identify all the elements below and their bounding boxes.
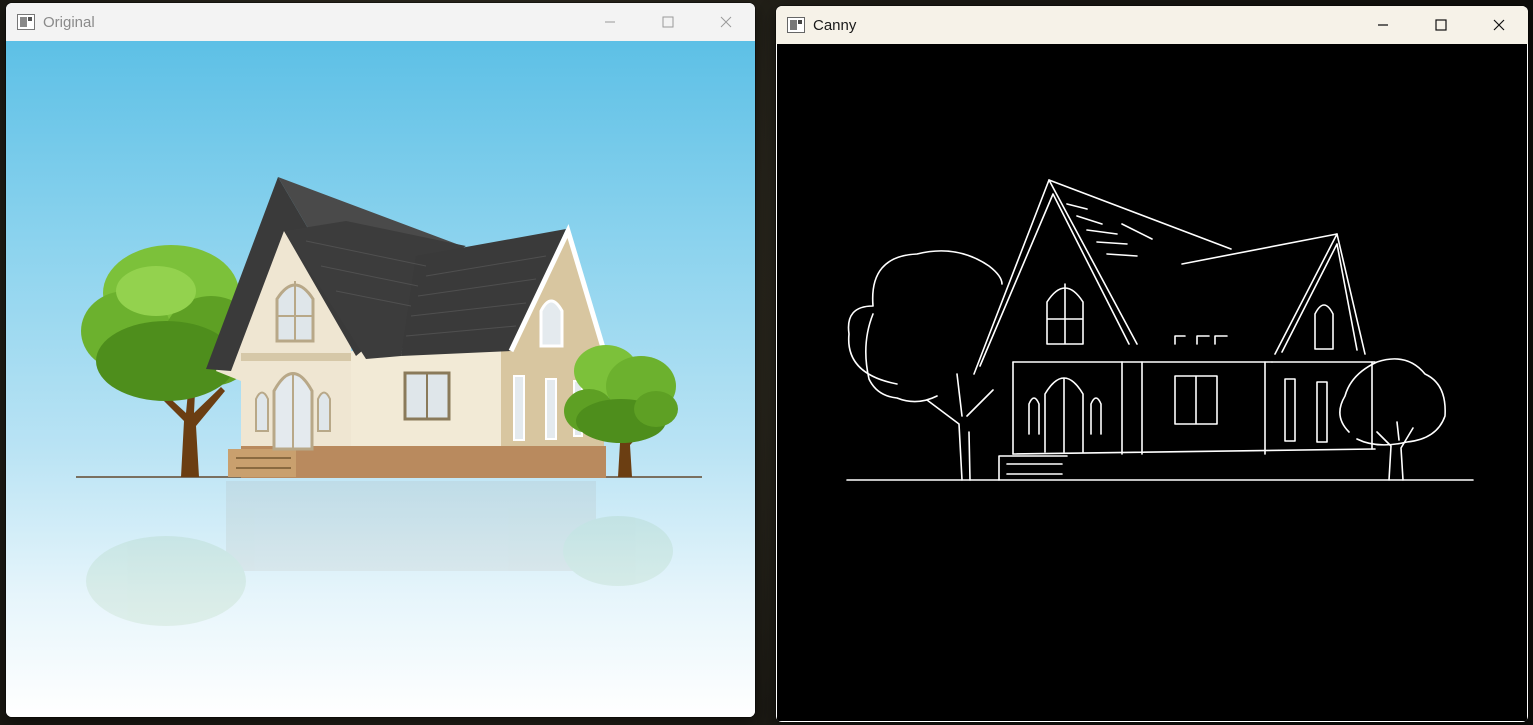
close-icon xyxy=(1493,19,1505,31)
maximize-button[interactable] xyxy=(639,3,697,41)
original-titlebar[interactable]: Original xyxy=(6,3,755,41)
edge-arched-door xyxy=(1044,377,1084,453)
app-window-icon xyxy=(17,14,35,30)
original-window: Original xyxy=(6,3,755,717)
upper-arched-window xyxy=(275,281,315,343)
arched-door xyxy=(272,372,314,451)
close-icon xyxy=(720,16,732,28)
original-image-canvas xyxy=(6,41,755,717)
minimize-button[interactable] xyxy=(1354,6,1412,44)
canny-titlebar[interactable]: Canny xyxy=(776,6,1528,44)
maximize-icon xyxy=(1435,19,1447,31)
app-window-icon xyxy=(787,17,805,33)
window-title: Canny xyxy=(813,16,857,34)
close-button[interactable] xyxy=(697,3,755,41)
minimize-icon xyxy=(605,21,615,23)
house-illustration xyxy=(76,177,702,626)
middle-window xyxy=(403,371,451,421)
window-title: Original xyxy=(43,13,95,31)
close-button[interactable] xyxy=(1470,6,1528,44)
canny-edge-canvas xyxy=(777,44,1527,721)
edge-right-tree-trunk xyxy=(1376,421,1414,481)
edge-right-tree-canopy xyxy=(1339,358,1446,446)
minimize-button[interactable] xyxy=(581,3,639,41)
edge-detection-output xyxy=(846,179,1474,481)
edge-left-tree-trunk xyxy=(926,373,994,481)
canny-window: Canny xyxy=(776,6,1528,722)
edge-left-roof xyxy=(973,179,1138,375)
edge-upper-window xyxy=(1046,283,1084,345)
maximize-button[interactable] xyxy=(1412,6,1470,44)
maximize-icon xyxy=(662,16,674,28)
edge-middle-window xyxy=(1174,375,1218,425)
minimize-icon xyxy=(1378,24,1388,26)
edge-left-tree-canopy xyxy=(847,250,1003,403)
